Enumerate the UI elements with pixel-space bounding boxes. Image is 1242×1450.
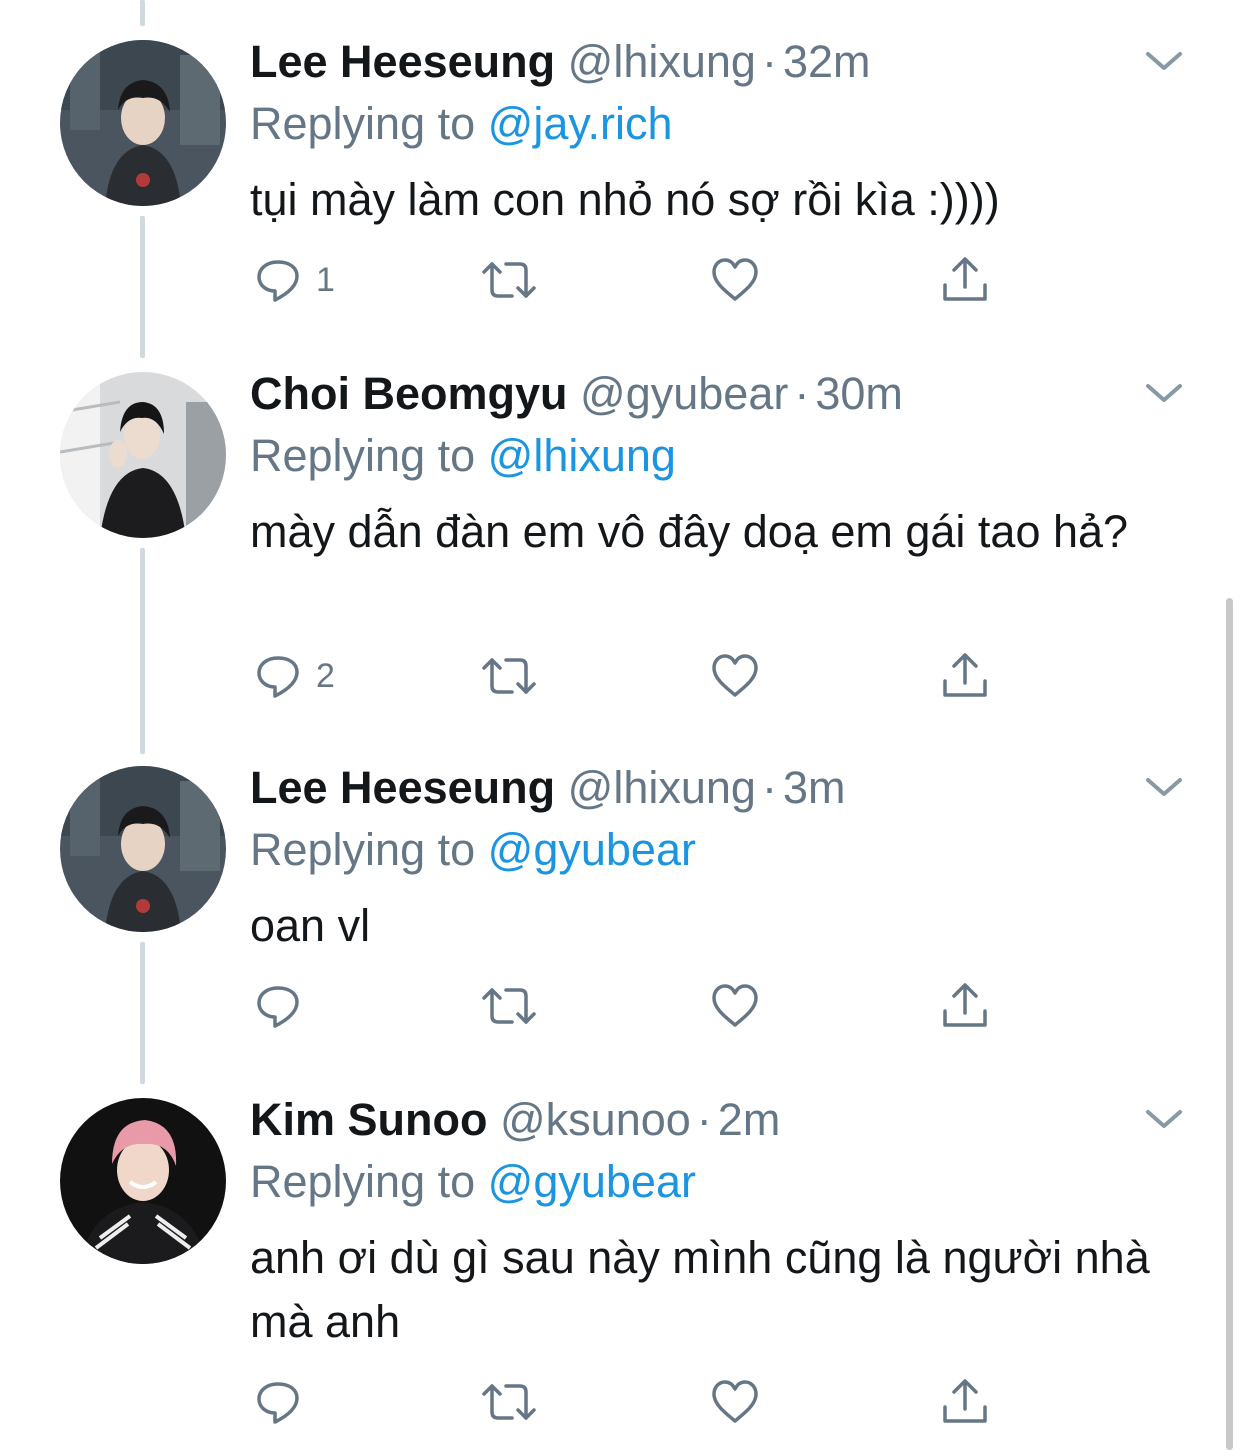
reply-count: 2 [316,656,335,695]
replying-to: Replying to @lhixung [250,428,676,484]
action-bar [250,976,1030,1036]
tweet-header: Lee Heeseung @lhixung · 32m [250,34,870,90]
separator-dot: · [794,368,810,419]
tweet[interactable]: Lee Heeseung @lhixung · 3m Replying to @gy… [0,754,1230,1074]
avatar[interactable] [60,40,226,206]
tweet-text: oan vl [250,900,371,951]
tweet-text: mày dẫn đàn em vô đây doạ em gái tao hả? [250,506,1129,557]
tweet[interactable]: Lee Heeseung @lhixung · 32m Replying to @j… [0,0,1230,340]
replying-to-label: Replying to [250,98,476,149]
tweet-header: Kim Sunoo @ksunoo · 2m [250,1092,780,1148]
heart-icon [712,1380,758,1423]
avatar-photo [60,766,226,932]
share-button[interactable] [940,250,990,310]
share-button[interactable] [940,646,990,706]
user-handle[interactable]: @lhixung [568,762,756,813]
retweet-icon [482,1384,536,1420]
like-button[interactable] [710,250,760,310]
reply-icon [257,986,299,1028]
timestamp[interactable]: 30m [815,368,903,419]
retweet-button[interactable] [480,250,538,310]
user-handle[interactable]: @gyubear [580,368,788,419]
avatar[interactable] [60,1098,226,1264]
reply-button[interactable] [254,976,316,1036]
retweet-button[interactable] [480,1372,538,1432]
reply-button[interactable]: 2 [254,646,335,706]
replying-to: Replying to @jay.rich [250,96,673,152]
display-name[interactable]: Lee Heeseung [250,762,555,813]
retweet-button[interactable] [480,646,538,706]
timestamp[interactable]: 3m [783,762,846,813]
replying-to: Replying to @gyubear [250,1154,696,1210]
tweet-header: Lee Heeseung @lhixung · 3m [250,760,845,816]
avatar-photo [60,1098,226,1264]
tweet[interactable]: Kim Sunoo @ksunoo · 2m Replying to @gyubea… [0,1086,1230,1450]
separator-dot: · [761,762,777,813]
replying-to-label: Replying to [250,1156,476,1207]
separator-dot: · [761,36,777,87]
chevron-down-icon[interactable] [1142,46,1186,76]
reply-count: 1 [316,260,335,299]
separator-dot: · [696,1094,712,1145]
reply-button[interactable]: 1 [254,250,335,310]
replying-to-label: Replying to [250,824,476,875]
timestamp[interactable]: 2m [718,1094,781,1145]
avatar-photo [60,40,226,206]
heart-icon [712,258,758,301]
action-bar: 1 [250,250,1030,310]
share-icon [943,983,987,1027]
display-name[interactable]: Choi Beomgyu [250,368,568,419]
share-button[interactable] [940,976,990,1036]
avatar[interactable] [60,372,226,538]
tweet[interactable]: Choi Beomgyu @gyubear · 30m Replying to @l… [0,358,1230,738]
like-button[interactable] [710,646,760,706]
replying-to-handle[interactable]: @lhixung [488,430,676,481]
replying-to-handle[interactable]: @gyubear [488,1156,696,1207]
like-button[interactable] [710,976,760,1036]
heart-icon [712,984,758,1027]
like-button[interactable] [710,1372,760,1432]
tweet-header: Choi Beomgyu @gyubear · 30m [250,366,903,422]
reply-button[interactable] [254,1372,316,1432]
display-name[interactable]: Lee Heeseung [250,36,555,87]
heart-icon [712,654,758,697]
retweet-button[interactable] [480,976,538,1036]
share-icon [943,653,987,697]
chevron-down-icon[interactable] [1142,378,1186,408]
share-icon [943,257,987,301]
replying-to-handle[interactable]: @gyubear [488,824,696,875]
retweet-icon [482,988,536,1024]
avatar-photo [60,372,226,538]
action-bar [250,1372,1030,1432]
share-icon [943,1379,987,1423]
user-handle[interactable]: @lhixung [568,36,756,87]
replying-to: Replying to @gyubear [250,822,696,878]
tweet-text: anh ơi dù gì sau này mình cũng là người … [250,1232,1150,1347]
scrollbar[interactable] [1226,598,1233,1450]
tweet-text: tụi mày làm con nhỏ nó sợ rồi kìa :)))) [250,174,1000,225]
replying-to-label: Replying to [250,430,476,481]
reply-icon [257,656,299,698]
retweet-icon [482,658,536,694]
retweet-icon [482,262,536,298]
reply-icon [257,260,299,302]
chevron-down-icon[interactable] [1142,1104,1186,1134]
replying-to-handle[interactable]: @jay.rich [488,98,673,149]
user-handle[interactable]: @ksunoo [500,1094,691,1145]
share-button[interactable] [940,1372,990,1432]
display-name[interactable]: Kim Sunoo [250,1094,487,1145]
chevron-down-icon[interactable] [1142,772,1186,802]
action-bar: 2 [250,646,1030,706]
avatar[interactable] [60,766,226,932]
timestamp[interactable]: 32m [783,36,871,87]
reply-icon [257,1382,299,1424]
